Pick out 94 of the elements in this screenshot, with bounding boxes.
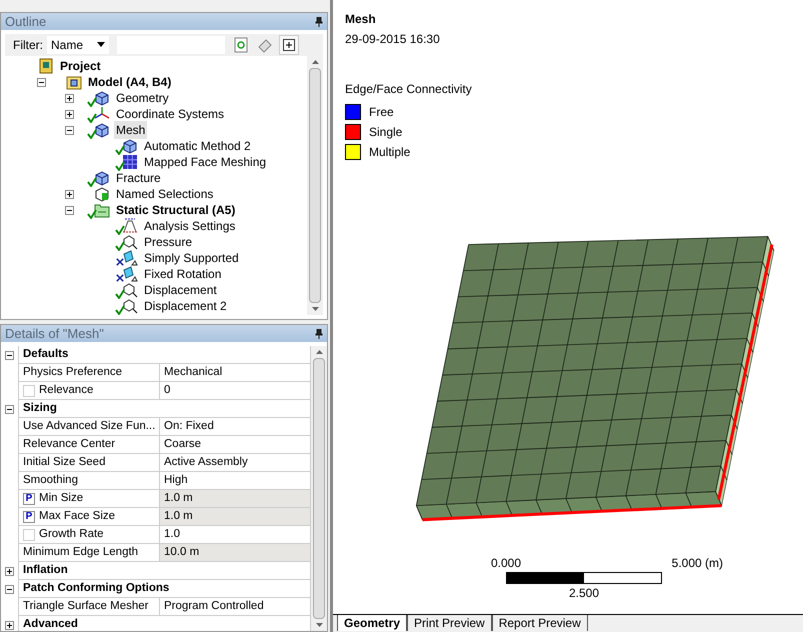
- tree-item[interactable]: Displacement 2: [142, 297, 229, 315]
- legend-label: Single: [369, 124, 402, 141]
- property-value[interactable]: Mechanical: [160, 364, 311, 382]
- collapse-button[interactable]: [37, 78, 46, 86]
- scroll-up-icon[interactable]: [316, 350, 322, 354]
- property-name: Minimum Edge Length: [23, 544, 138, 560]
- tree-item[interactable]: Automatic Method 2: [142, 137, 253, 155]
- scrollbar-thumb[interactable]: [309, 68, 321, 303]
- tree-item[interactable]: Project: [58, 57, 103, 75]
- expand-button[interactable]: [65, 190, 74, 198]
- cube-icon: [94, 186, 110, 202]
- property-name: Smoothing: [23, 472, 78, 488]
- property-name: Initial Size Seed: [23, 454, 106, 470]
- outline-title: Outline: [5, 12, 46, 31]
- tree-item[interactable]: Mesh: [114, 121, 148, 139]
- filter-label: Filter:: [13, 37, 43, 54]
- property-name: Use Advanced Size Fun...: [23, 418, 156, 434]
- refresh-icon[interactable]: [233, 37, 249, 53]
- eraser-icon[interactable]: [257, 37, 273, 53]
- view-tab[interactable]: Report Preview: [492, 615, 588, 631]
- scroll-down-icon[interactable]: [316, 623, 322, 627]
- tree-item[interactable]: Named Selections: [114, 185, 216, 203]
- arch-icon: [122, 218, 138, 234]
- tree-item[interactable]: Simply Supported: [142, 249, 241, 267]
- legend-label: Free: [369, 104, 394, 121]
- tree-item[interactable]: Analysis Settings: [142, 217, 238, 235]
- tree-item[interactable]: Coordinate Systems: [114, 105, 226, 123]
- details-title: Details of "Mesh": [5, 324, 104, 343]
- folder-cube-icon: [66, 74, 82, 90]
- property-name: Relevance: [39, 382, 94, 398]
- notebook-icon: [38, 58, 54, 74]
- collapse-button[interactable]: [5, 584, 14, 594]
- property-value[interactable]: On: Fixed: [160, 418, 311, 436]
- property-value[interactable]: 1.0: [160, 526, 311, 544]
- scale-label: 0.000: [491, 555, 522, 572]
- cube-icon: [94, 170, 110, 186]
- checkbox[interactable]: [23, 528, 35, 540]
- view-tab[interactable]: Print Preview: [407, 615, 492, 631]
- collapse-button[interactable]: [65, 206, 74, 214]
- tree-item[interactable]: Fracture: [114, 169, 163, 187]
- support-icon: [122, 250, 138, 266]
- expand-all-button[interactable]: [279, 35, 299, 55]
- tree-item[interactable]: Displacement: [142, 281, 219, 299]
- property-value[interactable]: Program Controlled: [160, 598, 311, 616]
- expand-button[interactable]: [65, 94, 74, 102]
- scale-label: 2.500: [568, 585, 600, 602]
- view-tab[interactable]: Geometry: [337, 615, 408, 631]
- parameter-toggle[interactable]: P: [23, 510, 35, 522]
- pin-icon[interactable]: [315, 16, 323, 26]
- scrollbar-thumb[interactable]: [313, 358, 325, 619]
- collapse-button[interactable]: [65, 126, 74, 134]
- scroll-up-icon[interactable]: [312, 60, 318, 64]
- folder-icon: [94, 202, 110, 218]
- property-value[interactable]: High: [160, 472, 311, 490]
- scroll-down-icon[interactable]: [312, 307, 318, 311]
- property-name: Max Face Size: [39, 508, 116, 524]
- property-name: Physics Preference: [23, 364, 122, 380]
- expand-button[interactable]: [5, 566, 14, 576]
- checkbox[interactable]: [23, 384, 35, 396]
- property-name: Growth Rate: [39, 526, 104, 542]
- property-value[interactable]: 1.0 m: [160, 508, 311, 526]
- view-title: Mesh: [345, 11, 377, 28]
- tree-item[interactable]: Pressure: [142, 233, 194, 251]
- tree-item[interactable]: Model (A4, B4): [86, 73, 174, 91]
- tree-item[interactable]: Geometry: [114, 89, 171, 107]
- property-name: Triangle Surface Mesher: [23, 598, 148, 614]
- tree-item[interactable]: Fixed Rotation: [142, 265, 224, 283]
- cube-icon: [94, 122, 110, 138]
- caret-icon: [97, 42, 105, 48]
- property-value[interactable]: 0: [160, 382, 311, 400]
- property-value[interactable]: 1.0 m: [160, 490, 311, 508]
- property-value[interactable]: Coarse: [160, 436, 311, 454]
- grid-icon: [122, 154, 138, 170]
- cube-icon: [122, 138, 138, 154]
- property-value[interactable]: 10.0 m: [160, 544, 311, 562]
- property-name: Min Size: [39, 490, 84, 506]
- tree-item[interactable]: Mapped Face Meshing: [142, 153, 268, 171]
- legend-title: Edge/Face Connectivity: [345, 81, 473, 98]
- expand-button[interactable]: [65, 110, 74, 118]
- property-value[interactable]: Active Assembly: [160, 454, 311, 472]
- property-name: Relevance Center: [23, 436, 116, 452]
- parameter-toggle[interactable]: P: [23, 492, 35, 504]
- cube-icon: [94, 90, 110, 106]
- legend-label: Multiple: [369, 144, 410, 161]
- tree-item[interactable]: Static Structural (A5): [114, 201, 238, 219]
- filter-dropdown[interactable]: Name: [47, 36, 109, 54]
- scale-label: 5.000 (m): [672, 555, 723, 572]
- pin-icon[interactable]: [315, 328, 323, 338]
- collapse-button[interactable]: [5, 404, 14, 414]
- expand-button[interactable]: [5, 620, 14, 630]
- timestamp: 29-09-2015 16:30: [345, 31, 441, 48]
- support-icon: [122, 266, 138, 282]
- collapse-button[interactable]: [5, 350, 14, 360]
- section-header: Inflation: [18, 562, 311, 580]
